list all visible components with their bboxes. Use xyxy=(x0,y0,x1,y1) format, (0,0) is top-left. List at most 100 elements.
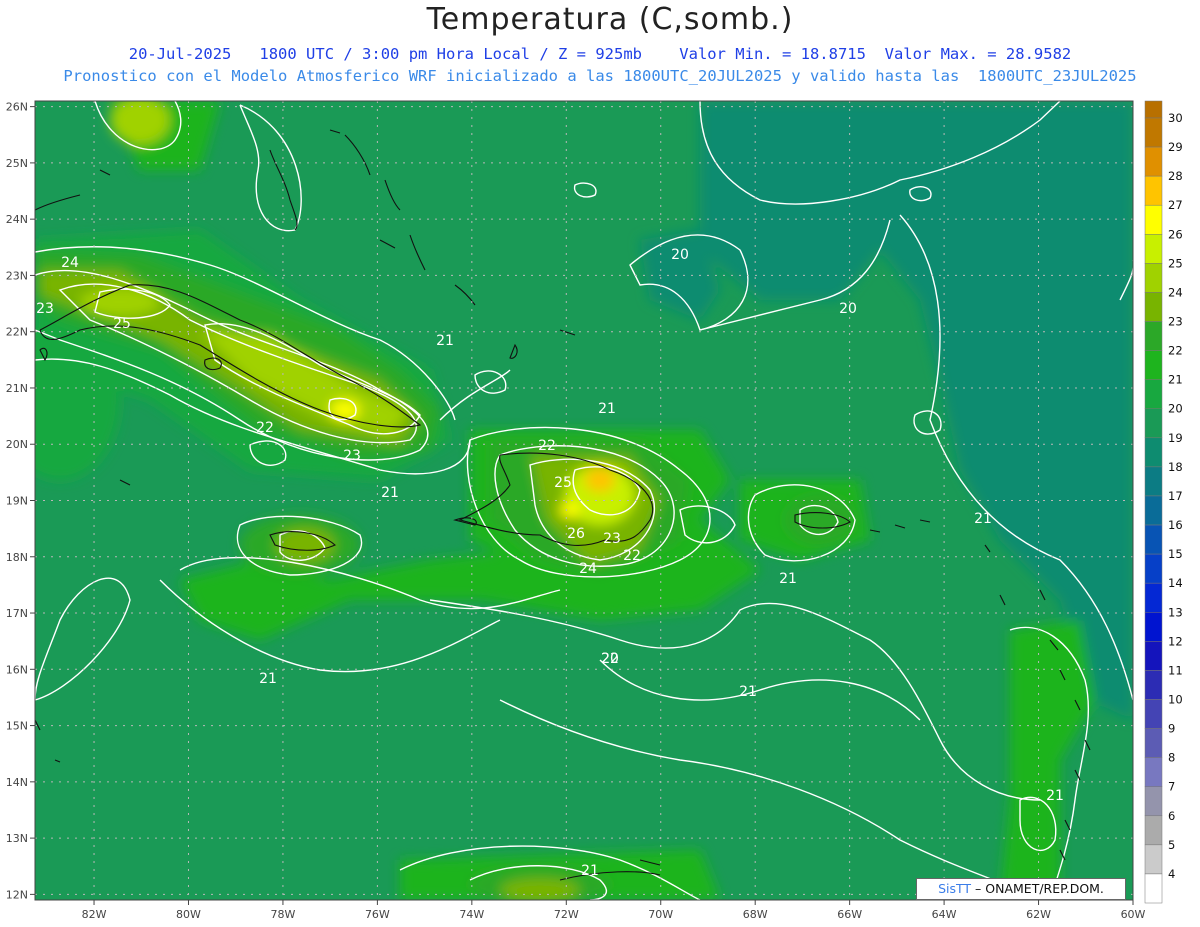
colorbar-label: 12 xyxy=(1168,634,1183,648)
lon-tick-label: 68W xyxy=(743,908,768,921)
contour-label: 20 xyxy=(671,247,689,263)
colorbar-label: 8 xyxy=(1168,751,1175,765)
latitude-ticks: 12N 13N 14N 15N 16N 17N 18N 19N 20N 21N 22N 23N 24N 2… xyxy=(6,101,35,901)
sispi-logo: SisTT xyxy=(938,881,972,896)
contour-label: 21 xyxy=(974,511,992,527)
colorbar-swatch xyxy=(1144,728,1163,758)
temperature-zone xyxy=(560,502,580,518)
contour-label: 24 xyxy=(61,255,79,271)
colorbar-label: 26 xyxy=(1168,227,1183,241)
colorbar-label: 16 xyxy=(1168,518,1183,532)
credit-box: SisTT – ONAMET/REP.DOM. xyxy=(916,878,1126,900)
contour-label: 23 xyxy=(36,301,54,317)
contour-label: 21 xyxy=(739,684,757,700)
colorbar-swatch xyxy=(1144,350,1163,380)
colorbar-label: 28 xyxy=(1168,169,1183,183)
colorbar-label: 24 xyxy=(1168,285,1183,299)
colorbar-swatch xyxy=(1144,234,1163,264)
colorbar-label: 15 xyxy=(1168,547,1183,561)
temperature-map: 242325212223212121202021222526 2324222120… xyxy=(6,100,1183,921)
lat-tick-label: 18N xyxy=(6,551,28,564)
colorbar-label: 7 xyxy=(1168,780,1175,794)
contour-label: 21 xyxy=(581,863,599,879)
contour-label: 24 xyxy=(579,561,597,577)
colorbar-label: 30 xyxy=(1168,111,1183,125)
colorbar-label: 18 xyxy=(1168,460,1183,474)
lat-tick-label: 13N xyxy=(6,832,28,845)
contour-label: 22 xyxy=(623,548,641,564)
colorbar-swatch xyxy=(1144,117,1163,148)
lon-tick-label: 74W xyxy=(459,908,484,921)
temperature-zone xyxy=(585,468,615,492)
colorbar-label: 29 xyxy=(1168,140,1183,154)
colorbar-label: 11 xyxy=(1168,663,1183,677)
contour-label: 22 xyxy=(601,651,619,667)
colorbar-swatch xyxy=(1144,757,1163,787)
lat-tick-label: 20N xyxy=(6,438,28,451)
lat-tick-label: 12N xyxy=(6,888,28,901)
contour-label: 26 xyxy=(567,526,585,542)
lon-tick-label: 82W xyxy=(82,908,107,921)
contour-label: 21 xyxy=(259,671,277,687)
colorbar-swatch xyxy=(1144,612,1163,642)
colorbar: 30 29 28 27 26 25 24 23 22 21 20 19 18 17 16 15 14 13 12 11… xyxy=(1144,100,1183,904)
temperature-zone xyxy=(500,878,580,900)
contour-label: 22 xyxy=(538,438,556,454)
contour-label: 21 xyxy=(1046,788,1064,804)
lat-tick-label: 26N xyxy=(6,101,28,114)
colorbar-swatch xyxy=(1144,873,1163,904)
colorbar-label: 5 xyxy=(1168,838,1175,852)
lat-tick-label: 25N xyxy=(6,157,28,170)
contour-label: 23 xyxy=(603,531,621,547)
colorbar-swatch xyxy=(1144,524,1163,555)
colorbar-label: 19 xyxy=(1168,431,1183,445)
colorbar-label: 21 xyxy=(1168,373,1183,387)
colorbar-swatch xyxy=(1144,146,1163,177)
colorbar-label: 27 xyxy=(1168,198,1183,212)
lat-tick-label: 22N xyxy=(6,326,28,339)
contour-label: 20 xyxy=(839,301,857,317)
colorbar-swatch xyxy=(1144,553,1163,584)
contour-label: 21 xyxy=(436,333,454,349)
lat-tick-label: 14N xyxy=(6,776,28,789)
contour-label: 21 xyxy=(598,401,616,417)
colorbar-swatch xyxy=(1144,466,1163,497)
colorbar-label: 14 xyxy=(1168,576,1183,590)
lon-tick-label: 78W xyxy=(270,908,295,921)
lat-tick-label: 21N xyxy=(6,382,28,395)
lon-tick-label: 66W xyxy=(837,908,862,921)
lon-tick-label: 62W xyxy=(1026,908,1051,921)
lat-tick-label: 15N xyxy=(6,720,28,733)
colorbar-swatch xyxy=(1144,844,1163,875)
colorbar-swatch xyxy=(1144,408,1163,439)
lat-tick-label: 16N xyxy=(6,663,28,676)
colorbar-label: 25 xyxy=(1168,256,1183,270)
colorbar-label: 4 xyxy=(1168,867,1175,881)
contour-label: 21 xyxy=(779,571,797,587)
colorbar-swatch xyxy=(1144,321,1163,351)
lon-tick-label: 80W xyxy=(176,908,201,921)
lon-tick-label: 64W xyxy=(932,908,957,921)
lon-tick-label: 60W xyxy=(1121,908,1146,921)
colorbar-swatch xyxy=(1144,379,1163,409)
colorbar-label: 23 xyxy=(1168,315,1183,329)
colorbar-swatch xyxy=(1144,670,1163,700)
contour-label: 22 xyxy=(256,420,274,436)
credit-text: – ONAMET/REP.DOM. xyxy=(975,881,1104,896)
lat-tick-label: 23N xyxy=(6,269,28,282)
colorbar-swatch xyxy=(1144,699,1163,729)
colorbar-label: 13 xyxy=(1168,605,1183,619)
colorbar-swatch xyxy=(1144,175,1163,206)
colorbar-label: 9 xyxy=(1168,722,1175,736)
colorbar-swatch xyxy=(1144,641,1163,671)
lon-tick-label: 72W xyxy=(554,908,579,921)
contour-label: 25 xyxy=(113,316,131,332)
colorbar-label: 20 xyxy=(1168,402,1183,416)
colorbar-label: 10 xyxy=(1168,692,1183,706)
lat-tick-label: 19N xyxy=(6,495,28,508)
colorbar-label: 6 xyxy=(1168,809,1175,823)
colorbar-swatch xyxy=(1144,204,1163,235)
lon-tick-label: 70W xyxy=(648,908,673,921)
longitude-ticks: 82W 80W 78W 76W 74W 72W 70W 68W 66W 64W 62W 60W xyxy=(82,900,1146,921)
colorbar-top-swatch xyxy=(1144,100,1163,119)
